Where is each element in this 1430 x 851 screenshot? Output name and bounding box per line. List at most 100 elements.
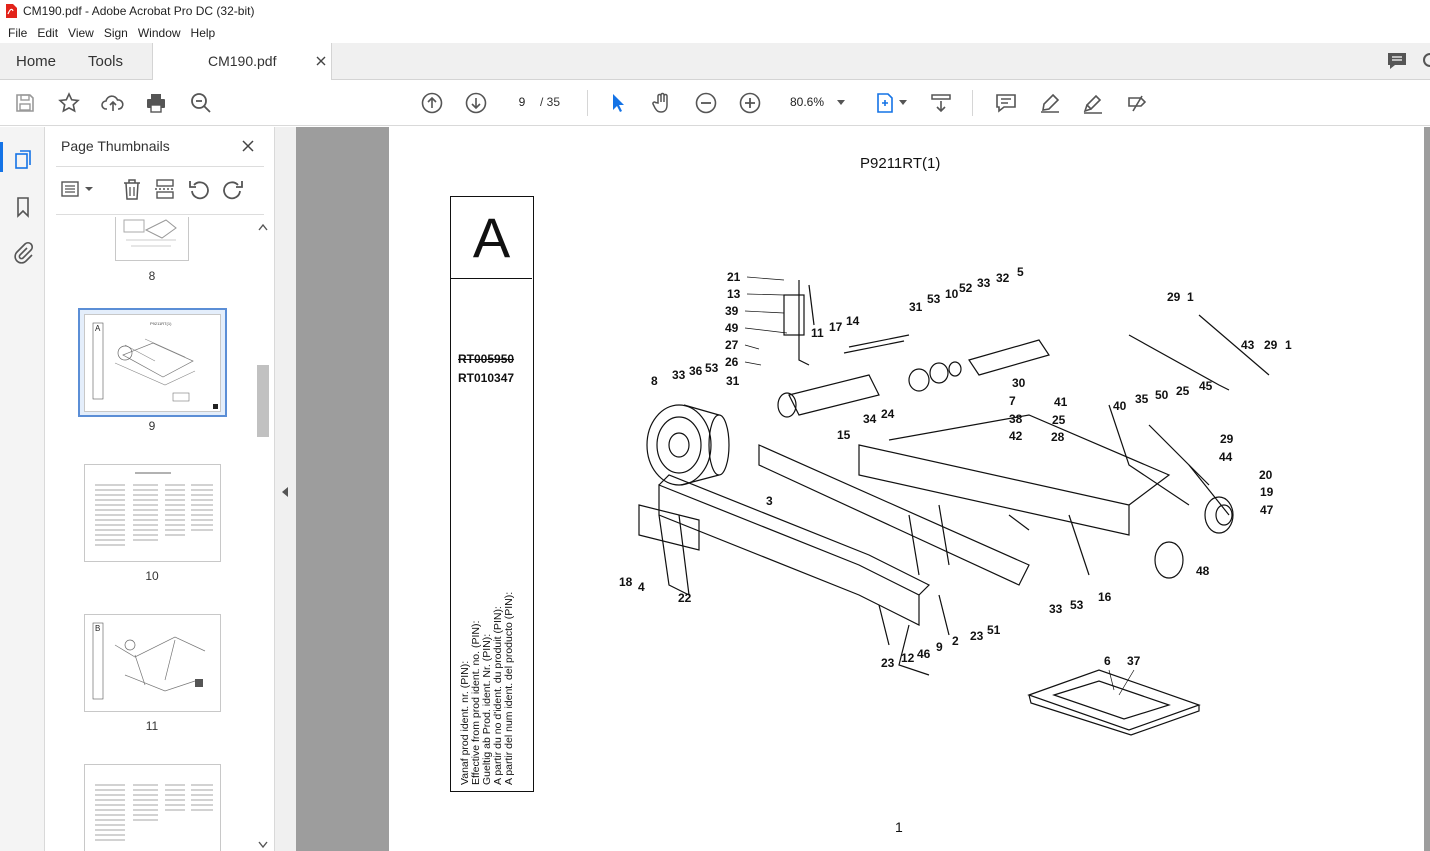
callout-42: 42 [1009, 429, 1023, 443]
callout-34: 34 [863, 412, 877, 426]
document-view[interactable]: P9211RT(1) A RT005950 RT010347 Vanaf pro… [296, 127, 1430, 851]
panel-divider [56, 214, 264, 215]
next-page-icon[interactable] [464, 91, 488, 115]
main-toolbar: 9 / 35 80.6% [0, 80, 1430, 126]
callout-36: 36 [689, 364, 703, 378]
callout-21: 21 [727, 270, 741, 284]
tab-document[interactable]: CM190.pdf [152, 43, 332, 81]
figure-code: P9211RT(1) [860, 155, 941, 172]
highlight-pen-icon[interactable] [1038, 91, 1062, 115]
fit-page-icon[interactable] [873, 91, 897, 115]
callout-51: 51 [987, 623, 1001, 637]
panel-splitter[interactable] [274, 127, 296, 851]
thumbnail-label: 8 [148, 269, 156, 283]
thumbnail-image: B [92, 622, 206, 700]
thumbnail-page-10[interactable] [84, 464, 221, 562]
bookmark-star-icon[interactable] [57, 91, 81, 115]
search-icon[interactable] [1420, 50, 1430, 72]
thumbnail-scrollbar[interactable] [255, 217, 269, 851]
svg-text:A: A [95, 324, 101, 333]
thumbnail-page-12[interactable] [84, 764, 221, 851]
thumbnail-page-8[interactable] [115, 217, 189, 261]
thumbnail-marker [213, 404, 218, 409]
serial-new: RT010347 [458, 371, 515, 385]
callout-9: 9 [936, 640, 943, 654]
scroll-track[interactable] [257, 235, 269, 835]
menu-help[interactable]: Help [186, 26, 221, 40]
tab-tools[interactable]: Tools [88, 43, 123, 80]
thumbnails-panel: Page Thumbnails 8 A P9211RT(1) 9 10 B 11 [46, 127, 274, 851]
menu-window[interactable]: Window [133, 26, 186, 40]
fit-dropdown-icon[interactable] [899, 100, 907, 105]
callout-20: 20 [1259, 468, 1273, 482]
callout-52: 52 [959, 281, 973, 295]
collapse-panel-icon[interactable] [282, 487, 288, 497]
section-label-box: A RT005950 RT010347 Vanaf prod ident. nr… [450, 196, 534, 792]
callout-29-top: 29 [1167, 290, 1181, 304]
page-thumbnails-icon[interactable] [11, 148, 35, 172]
redact-icon[interactable] [1125, 91, 1149, 115]
sign-pen-icon[interactable] [1081, 91, 1105, 115]
hand-tool-icon[interactable] [650, 91, 674, 115]
menu-view[interactable]: View [63, 26, 99, 40]
toolbar-divider [587, 90, 588, 116]
print-icon[interactable] [144, 91, 168, 115]
tab-home[interactable]: Home [16, 43, 56, 80]
select-cursor-icon[interactable] [606, 91, 630, 115]
zoom-search-icon[interactable] [189, 91, 213, 115]
title-bar: CM190.pdf - Adobe Acrobat Pro DC (32-bit… [0, 0, 1430, 22]
options-menu-icon[interactable] [60, 178, 96, 200]
callout-46: 46 [917, 647, 931, 661]
rotate-right-icon[interactable] [221, 178, 245, 200]
section-letter: A [451, 197, 532, 279]
menu-sign[interactable]: Sign [99, 26, 133, 40]
thumbnail-image [95, 472, 213, 546]
callout-11: 11 [811, 326, 824, 340]
zoom-in-icon[interactable] [738, 91, 762, 115]
page-total: / 35 [540, 95, 561, 109]
upload-cloud-icon[interactable] [101, 91, 125, 115]
window-title: CM190.pdf - Adobe Acrobat Pro DC (32-bit… [23, 4, 255, 18]
bookmark-icon[interactable] [11, 195, 35, 219]
menu-edit[interactable]: Edit [32, 26, 63, 40]
document-tab-label: CM190.pdf [208, 53, 277, 69]
scroll-up-icon[interactable] [258, 223, 268, 231]
svg-text:B: B [95, 624, 100, 633]
thumbnail-list: 8 A P9211RT(1) 9 10 B 11 [46, 217, 254, 851]
comment-bubble-icon[interactable] [1385, 50, 1409, 72]
scroll-thumb[interactable] [257, 365, 269, 437]
previous-page-icon[interactable] [420, 91, 444, 115]
close-tab-icon[interactable] [314, 54, 328, 68]
extract-pages-icon[interactable] [153, 178, 177, 200]
comment-icon[interactable] [994, 91, 1018, 115]
menu-file[interactable]: File [3, 26, 32, 40]
panel-title: Page Thumbnails [61, 138, 170, 154]
scroll-mode-icon[interactable] [929, 91, 953, 115]
callout-43: 43 [1241, 338, 1255, 352]
callout-53-left: 53 [705, 361, 719, 375]
callout-47: 47 [1260, 503, 1274, 517]
attachment-paperclip-icon[interactable] [11, 241, 35, 265]
callout-2: 2 [952, 634, 959, 648]
thumbnail-page-11[interactable]: B [84, 614, 221, 712]
delete-trash-icon[interactable] [120, 178, 144, 200]
rotate-left-icon[interactable] [187, 178, 211, 200]
thumbnail-label: 11 [145, 719, 159, 733]
callout-37: 37 [1127, 654, 1141, 668]
callout-35: 35 [1135, 392, 1149, 406]
callout-31: 31 [909, 300, 923, 314]
close-panel-icon[interactable] [241, 139, 255, 153]
callout-29-mid: 29 [1220, 432, 1234, 446]
callout-18: 18 [619, 575, 633, 589]
scroll-down-icon[interactable] [258, 841, 268, 849]
callout-3: 3 [766, 494, 773, 508]
menu-bar: File Edit View Sign Window Help [0, 22, 1430, 43]
chevron-down-icon[interactable] [837, 100, 845, 105]
save-icon[interactable] [13, 91, 37, 115]
callout-31-left: 31 [726, 374, 740, 388]
zoom-out-icon[interactable] [694, 91, 718, 115]
thumbnail-image: A P9211RT(1) [92, 321, 196, 402]
thumbnail-page-9[interactable]: A P9211RT(1) [84, 314, 221, 412]
toolbar-divider [972, 90, 973, 116]
page-number-input[interactable]: 9 [507, 90, 537, 114]
